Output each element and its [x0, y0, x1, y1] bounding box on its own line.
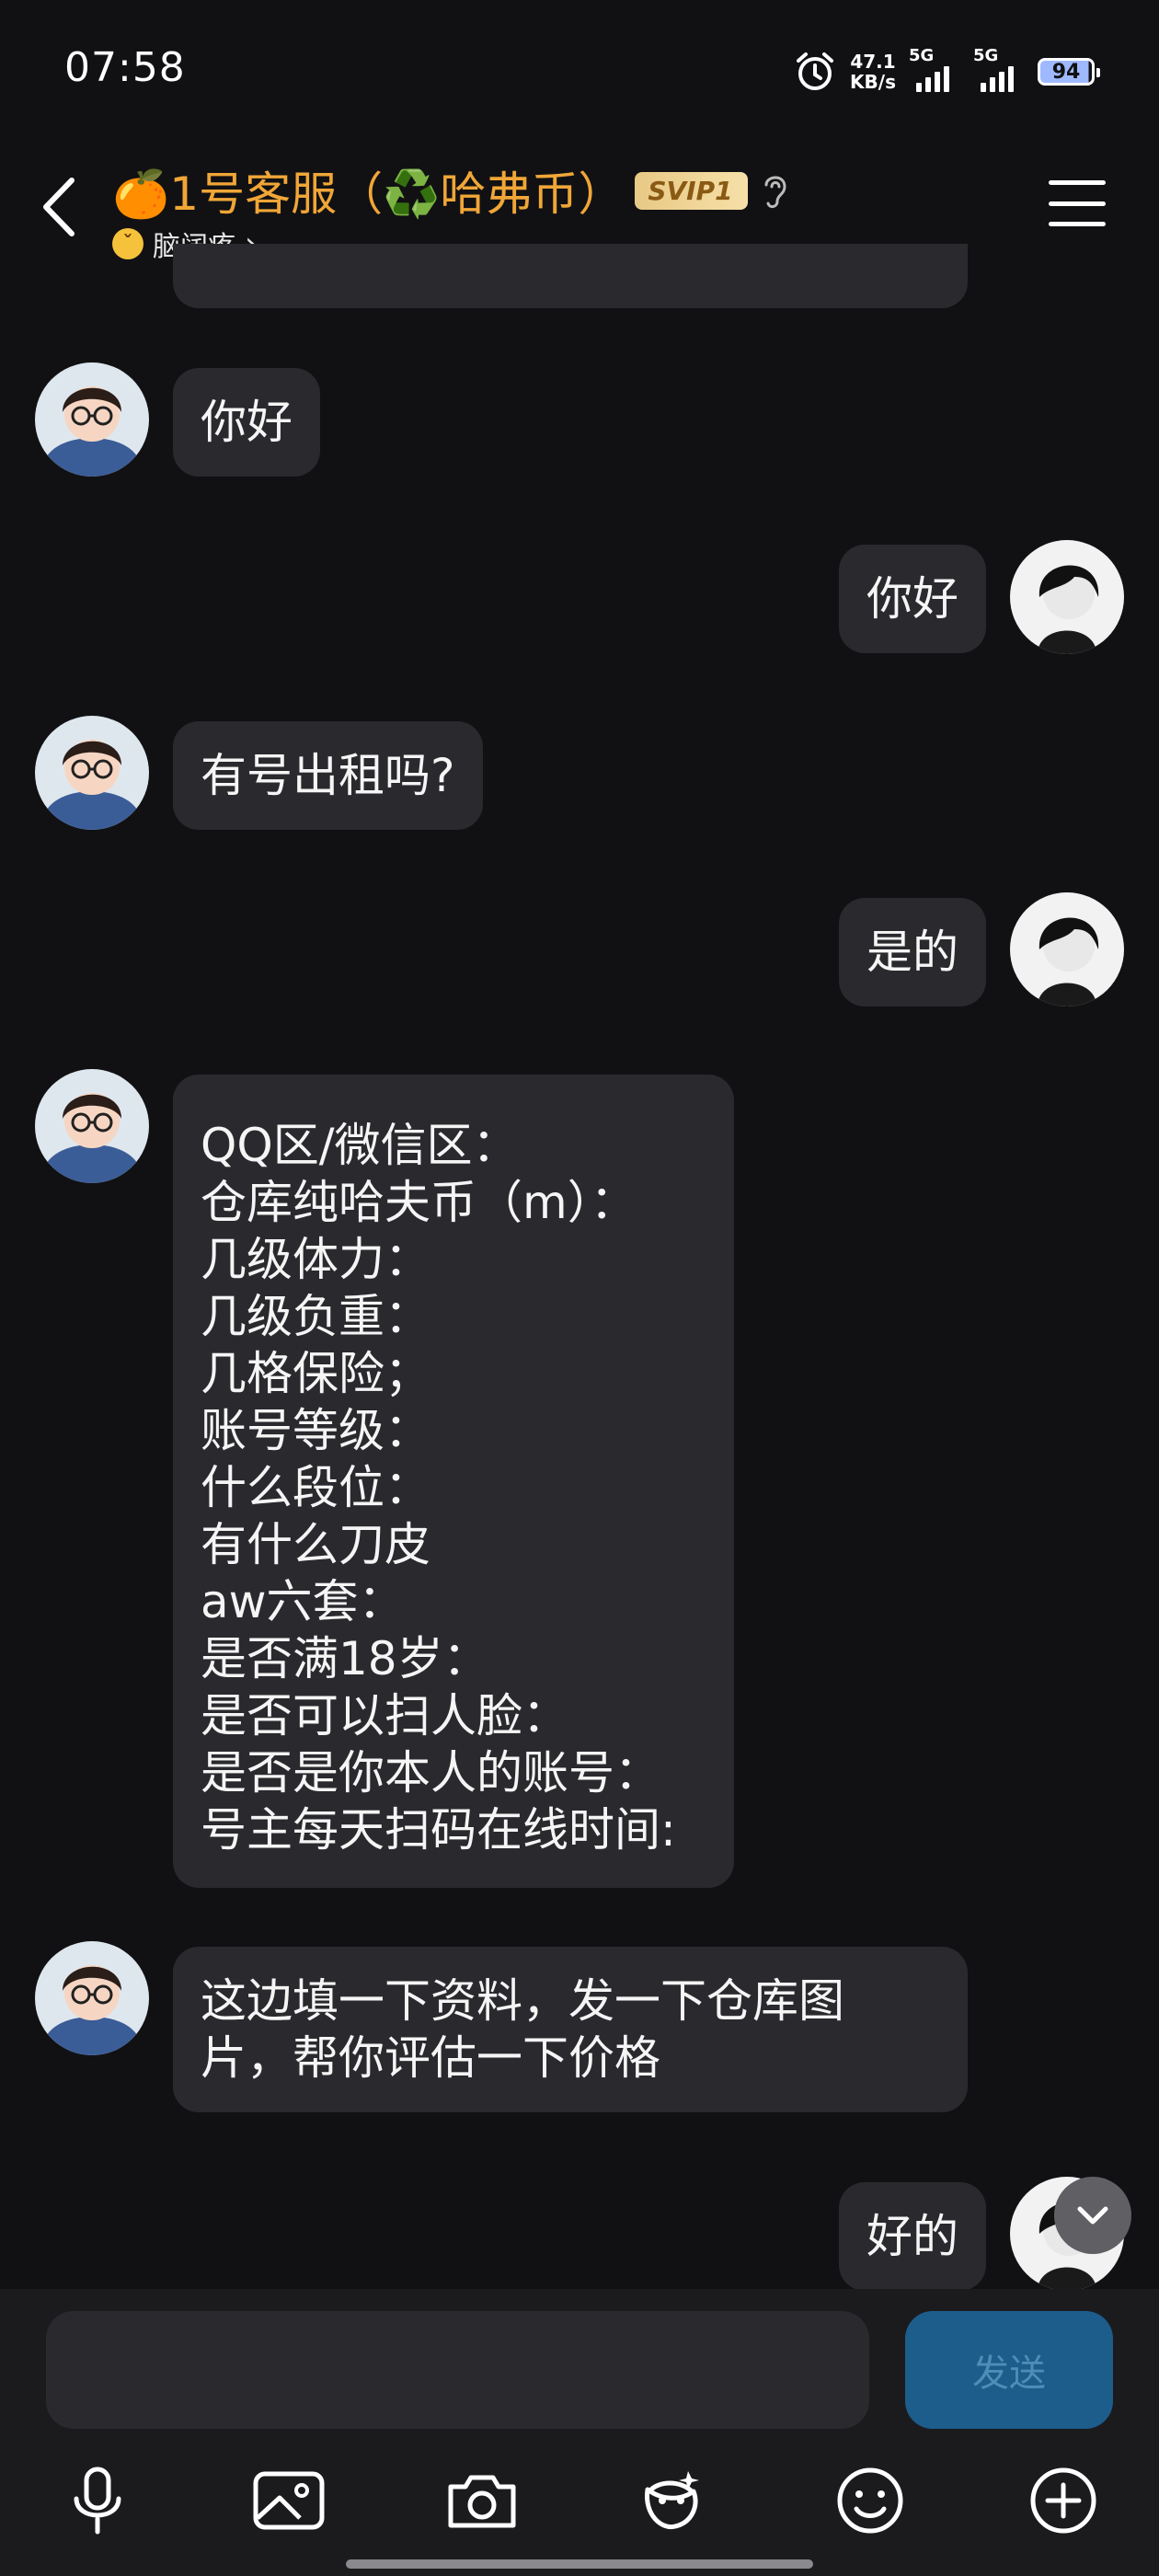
microphone-icon[interactable] [61, 2464, 134, 2537]
emoji-icon[interactable] [833, 2464, 907, 2537]
scroll-to-bottom-button[interactable] [1054, 2177, 1131, 2254]
contact-avatar[interactable] [35, 1069, 149, 1183]
menu-line [1049, 201, 1106, 206]
red-packet-icon[interactable] [635, 2464, 708, 2537]
contact-avatar[interactable] [35, 716, 149, 830]
contact-avatar[interactable] [35, 1941, 149, 2055]
message-bubble[interactable]: 有号出租吗? [173, 721, 483, 830]
previous-message-bubble [173, 244, 968, 308]
speed-unit: KB/s [850, 71, 896, 93]
speed-value: 47.1 [850, 51, 896, 73]
chevron-down-icon [1077, 2206, 1108, 2225]
message-bubble[interactable]: 这边填一下资料，发一下仓库图 片，帮你评估一下价格 [173, 1947, 968, 2112]
my-avatar[interactable] [1010, 892, 1124, 1006]
image-icon[interactable] [252, 2464, 326, 2537]
boy-avatar-icon [1010, 540, 1124, 654]
chat-title-row[interactable]: 🍊1号客服（♻️哈弗币） SVIP1 [112, 156, 790, 224]
ear-icon [764, 176, 786, 209]
girl-avatar-icon [35, 362, 149, 477]
plus-icon[interactable] [1027, 2464, 1100, 2537]
menu-line [1049, 180, 1106, 185]
chevron-left-icon [43, 178, 75, 236]
my-avatar[interactable] [1010, 540, 1124, 654]
camera-icon[interactable] [445, 2464, 519, 2537]
menu-button[interactable] [1049, 180, 1106, 226]
battery-icon: 94 [1038, 58, 1100, 86]
alarm-icon [797, 52, 834, 90]
send-button[interactable]: 发送 [905, 2311, 1113, 2429]
status-emoji-icon: ˇ [112, 228, 143, 259]
contact-avatar[interactable] [35, 362, 149, 477]
signal-icon-1: 5G [909, 46, 960, 92]
status-icons: 47.1 KB/s 5G 5G 94 [793, 46, 1100, 98]
signal-icon-2: 5G [973, 46, 1025, 92]
message-input[interactable] [46, 2311, 869, 2429]
status-time: 07:58 [64, 44, 186, 91]
message-bubble[interactable]: 你好 [839, 545, 986, 653]
girl-avatar-icon [35, 1069, 149, 1183]
message-bubble[interactable]: 你好 [173, 368, 320, 477]
network-speed: 47.1 KB/s [850, 52, 896, 92]
menu-line [1049, 222, 1106, 226]
boy-avatar-icon [1010, 892, 1124, 1006]
girl-avatar-icon [35, 1941, 149, 2055]
network-type-2: 5G [973, 46, 999, 65]
message-bubble[interactable]: 好的 [839, 2182, 986, 2291]
svip-badge: SVIP1 [635, 171, 748, 210]
network-type-1: 5G [909, 46, 935, 65]
home-indicator[interactable] [346, 2559, 813, 2569]
chat-title: 🍊1号客服（♻️哈弗币） [112, 167, 625, 221]
girl-avatar-icon [35, 716, 149, 830]
message-bubble[interactable]: 是的 [839, 898, 986, 1006]
back-button[interactable] [37, 175, 83, 239]
battery-level: 94 [1051, 60, 1081, 84]
message-bubble[interactable]: QQ区/微信区： 仓库纯哈夫币（m）： 几级体力： 几级负重： 几格保险； 账号… [173, 1075, 734, 1888]
